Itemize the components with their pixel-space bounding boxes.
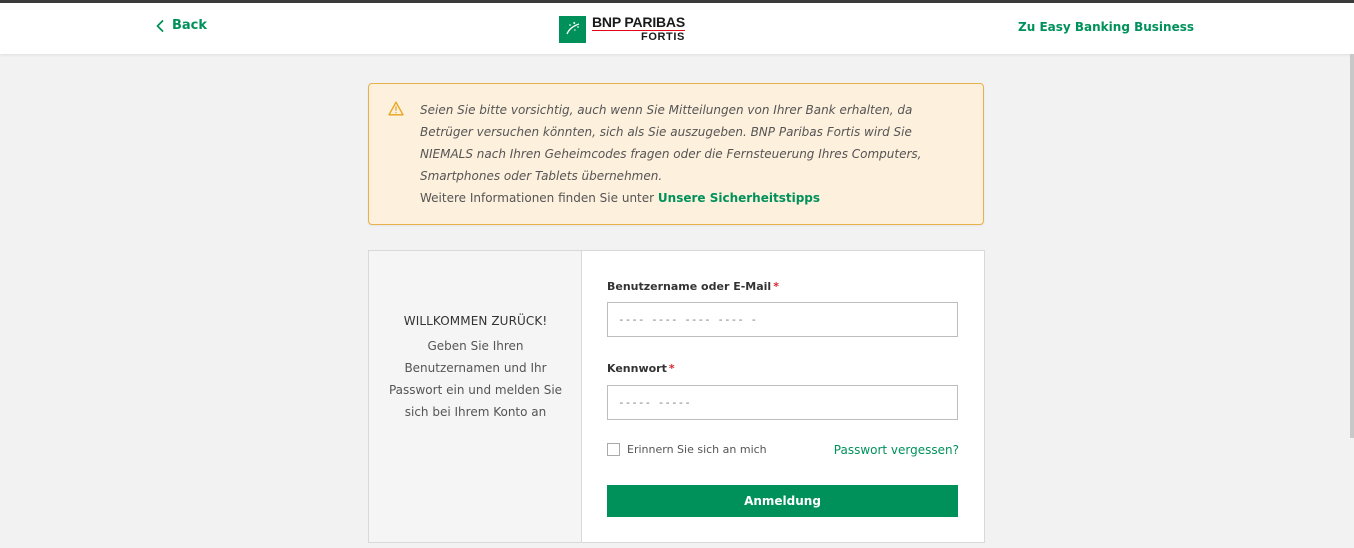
logo-text-line2: FORTIS [641,31,685,43]
warning-triangle-icon [388,101,404,116]
login-button[interactable]: Anmeldung [607,485,958,517]
forgot-password-link[interactable]: Passwort vergessen? [834,443,959,457]
bnp-paribas-fortis-logo[interactable]: BNP PARIBAS FORTIS [559,15,685,43]
username-label: Benutzername oder E-Mail * [607,280,779,293]
back-label: Back [172,18,208,33]
welcome-title: WILLKOMMEN ZURÜCK! [403,314,548,328]
header-bar: Back BNP PARIBAS FORTIS Zu Easy Banking … [0,3,1354,54]
required-marker: * [773,280,779,293]
scrollbar[interactable] [1350,54,1354,438]
username-input[interactable] [607,302,958,337]
chevron-left-icon [156,19,164,32]
warning-message: Seien Sie bitte vorsichtig, auch wenn Si… [420,103,922,183]
password-input[interactable] [607,385,958,420]
remember-me-label: Erinnern Sie sich an mich [627,443,767,456]
back-link[interactable]: Back [156,18,207,33]
password-label-text: Kennwort [607,362,667,375]
required-marker: * [668,362,675,375]
logo-text-line1: BNP PARIBAS [592,14,685,30]
username-label-text: Benutzername oder E-Mail [607,280,772,293]
warning-text: Seien Sie bitte vorsichtig, auch wenn Si… [420,99,940,209]
warning-more-prefix: Weitere Informationen finden Sie unter [420,191,655,205]
login-panel: WILLKOMMEN ZURÜCK! Geben Sie Ihren Benut… [368,250,985,543]
welcome-description: Geben Sie Ihren Benutzernamen und Ihr Pa… [388,339,563,419]
remember-me-checkbox[interactable]: Erinnern Sie sich an mich [607,443,767,456]
welcome-section: WILLKOMMEN ZURÜCK! Geben Sie Ihren Benut… [369,251,582,542]
password-label: Kennwort * [607,362,675,375]
easy-banking-business-link[interactable]: Zu Easy Banking Business [1018,20,1194,34]
security-warning-box: Seien Sie bitte vorsichtig, auch wenn Si… [368,83,984,225]
bnp-stars-logo-icon [559,15,586,43]
checkbox-square[interactable] [607,443,620,456]
security-tips-link[interactable]: Unsere Sicherheitstipps [658,191,820,205]
